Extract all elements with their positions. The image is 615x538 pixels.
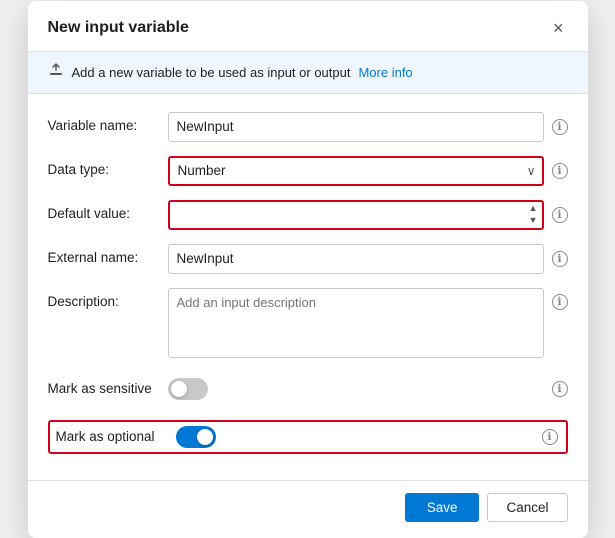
optional-toggle-thumb [197,429,213,445]
save-button[interactable]: Save [405,493,480,522]
more-info-link[interactable]: More info [358,65,412,80]
mark-optional-toggle-wrap: ℹ [176,426,558,448]
variable-name-info-icon[interactable]: ℹ [552,119,568,135]
description-control: ℹ [168,288,568,358]
mark-optional-label: Mark as optional [56,429,176,444]
data-type-control: Text Number Boolean Date List Custom obj… [168,156,568,186]
mark-sensitive-info-icon[interactable]: ℹ [552,381,568,397]
data-type-select-wrap: Text Number Boolean Date List Custom obj… [168,156,544,186]
dialog-header: New input variable × [28,1,588,52]
upload-icon [48,62,64,83]
close-button[interactable]: × [549,17,568,39]
external-name-label: External name: [48,244,168,265]
default-value-wrap: ▲ ▼ [168,200,544,230]
mark-optional-toggle[interactable] [176,426,216,448]
info-banner: Add a new variable to be used as input o… [28,52,588,94]
data-type-row: Data type: Text Number Boolean Date List… [48,156,568,186]
default-value-info-icon[interactable]: ℹ [552,207,568,223]
new-input-variable-dialog: New input variable × Add a new variable … [28,1,588,538]
mark-sensitive-row: Mark as sensitive ℹ [48,372,568,406]
form-body: Variable name: ℹ Data type: Text Number … [28,94,588,480]
dialog-title: New input variable [48,19,189,37]
sensitive-toggle-thumb [171,381,187,397]
variable-name-input[interactable] [168,112,544,142]
default-value-label: Default value: [48,200,168,221]
data-type-label: Data type: [48,156,168,177]
mark-optional-info-icon[interactable]: ℹ [542,429,558,445]
cancel-button[interactable]: Cancel [487,493,567,522]
banner-text: Add a new variable to be used as input o… [72,65,351,80]
mark-sensitive-label: Mark as sensitive [48,381,168,396]
external-name-input[interactable] [168,244,544,274]
variable-name-control: ℹ [168,112,568,142]
data-type-info-icon[interactable]: ℹ [552,163,568,179]
description-row: Description: ℹ [48,288,568,358]
description-info-icon[interactable]: ℹ [552,294,568,310]
external-name-info-icon[interactable]: ℹ [552,251,568,267]
variable-name-label: Variable name: [48,112,168,133]
description-textarea[interactable] [168,288,544,358]
mark-optional-row: Mark as optional ℹ [48,420,568,454]
external-name-control: ℹ [168,244,568,274]
data-type-select[interactable]: Text Number Boolean Date List Custom obj… [168,156,544,186]
description-label: Description: [48,288,168,309]
mark-sensitive-toggle[interactable] [168,378,208,400]
default-value-control: ▲ ▼ ℹ [168,200,568,230]
spinners: ▲ ▼ [527,203,540,226]
spinner-up-button[interactable]: ▲ [527,203,540,214]
mark-sensitive-toggle-wrap: ℹ [168,378,568,400]
variable-name-row: Variable name: ℹ [48,112,568,142]
default-value-input[interactable] [168,200,544,230]
default-value-row: Default value: ▲ ▼ ℹ [48,200,568,230]
spinner-down-button[interactable]: ▼ [527,215,540,226]
external-name-row: External name: ℹ [48,244,568,274]
dialog-footer: Save Cancel [28,480,588,538]
